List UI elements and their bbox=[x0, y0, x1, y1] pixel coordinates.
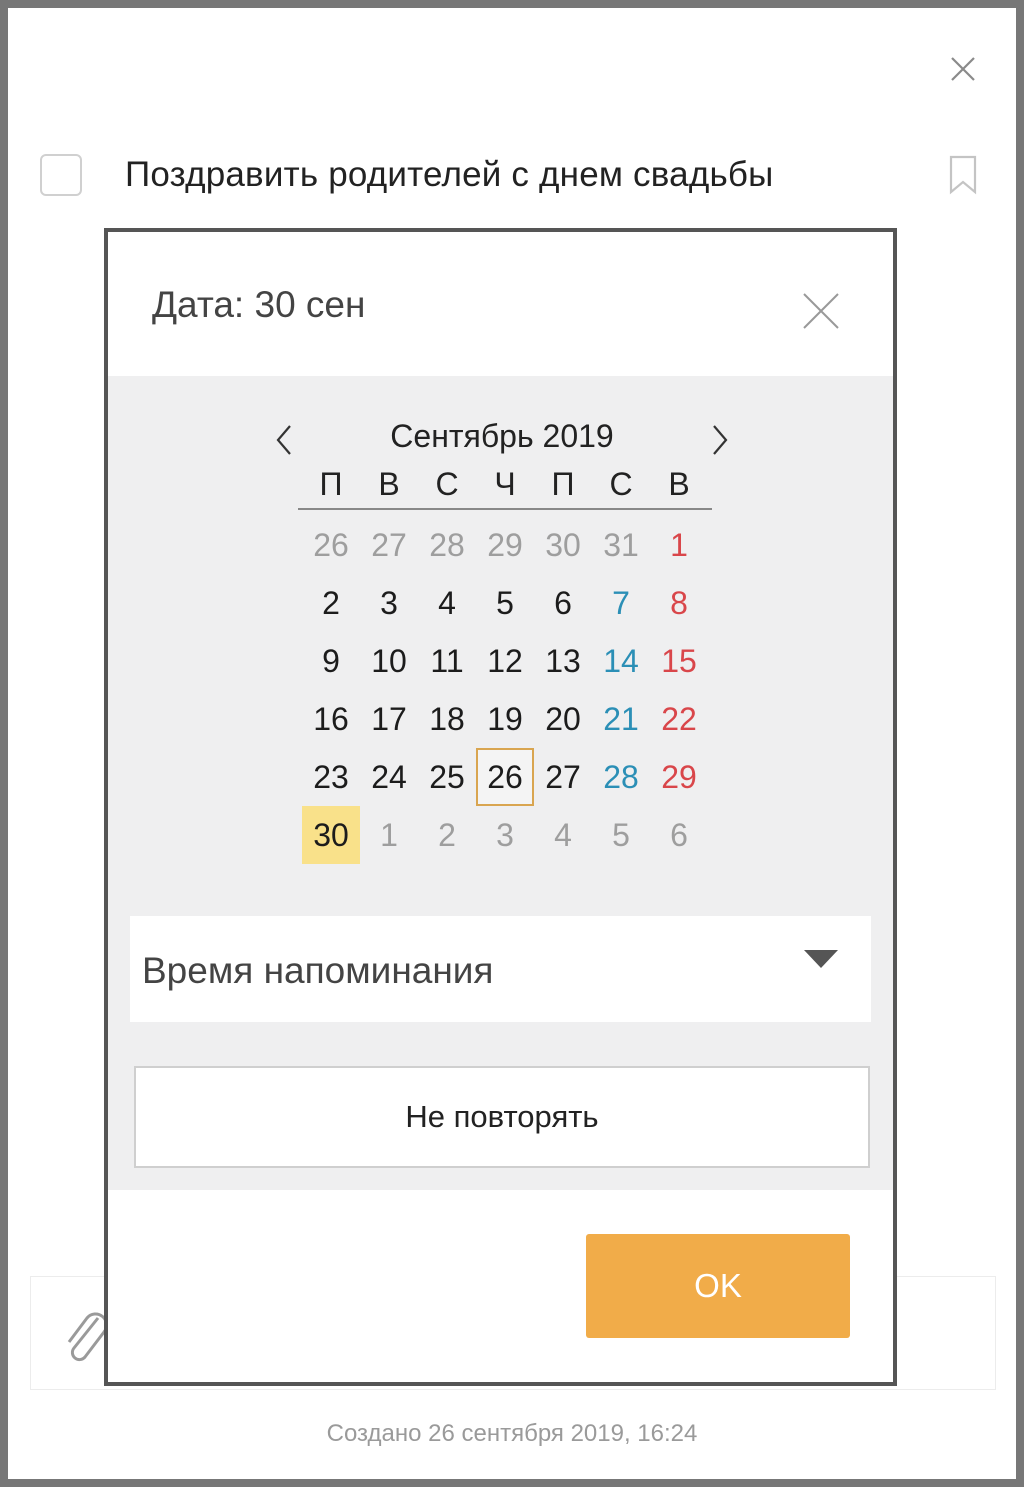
weekday-label: В bbox=[668, 466, 690, 502]
paperclip-icon[interactable] bbox=[60, 1308, 110, 1364]
close-icon bbox=[951, 57, 975, 81]
calendar-day[interactable]: 13 bbox=[534, 632, 592, 690]
calendar-day[interactable]: 1 bbox=[360, 806, 418, 864]
calendar-day[interactable]: 17 bbox=[360, 690, 418, 748]
next-month-button[interactable] bbox=[700, 420, 740, 460]
calendar-week-row: 23 24 25 26 27 28 29 bbox=[302, 748, 708, 806]
task-complete-checkbox[interactable] bbox=[40, 154, 82, 196]
created-timestamp: Создано 26 сентября 2019, 16:24 bbox=[326, 1420, 698, 1447]
weekday-label: П bbox=[551, 466, 575, 502]
calendar-day[interactable]: 23 bbox=[302, 748, 360, 806]
chevron-right-icon bbox=[713, 425, 728, 455]
calendar-day[interactable]: 8 bbox=[650, 574, 708, 632]
calendar-day[interactable]: 9 bbox=[302, 632, 360, 690]
window-close-button[interactable] bbox=[940, 46, 986, 92]
calendar-day[interactable]: 25 bbox=[418, 748, 476, 806]
dialog-title: Дата: 30 сен bbox=[152, 284, 366, 325]
calendar-day[interactable]: 19 bbox=[476, 690, 534, 748]
calendar-day-selected[interactable]: 30 bbox=[302, 806, 360, 864]
calendar-day[interactable]: 20 bbox=[534, 690, 592, 748]
calendar-day[interactable]: 28 bbox=[418, 516, 476, 574]
calendar-day[interactable]: 3 bbox=[360, 574, 418, 632]
weekday-label: С bbox=[435, 466, 459, 502]
calendar-day[interactable]: 10 bbox=[360, 632, 418, 690]
chevron-left-icon bbox=[276, 425, 291, 455]
calendar-day[interactable]: 3 bbox=[476, 806, 534, 864]
calendar-week-row: 30 1 2 3 4 5 6 bbox=[302, 806, 708, 864]
weekday-label: П bbox=[319, 466, 343, 502]
calendar-day[interactable]: 16 bbox=[302, 690, 360, 748]
calendar-day[interactable]: 26 bbox=[302, 516, 360, 574]
calendar-week-row: 2345678 bbox=[302, 574, 708, 632]
calendar-day[interactable]: 18 bbox=[418, 690, 476, 748]
caret-down-icon bbox=[804, 950, 838, 968]
dialog-close-button[interactable] bbox=[798, 288, 844, 334]
calendar-day[interactable]: 29 bbox=[650, 748, 708, 806]
calendar-day[interactable]: 29 bbox=[476, 516, 534, 574]
calendar-day[interactable]: 31 bbox=[592, 516, 650, 574]
calendar-day[interactable]: 21 bbox=[592, 690, 650, 748]
weekday-label: В bbox=[378, 466, 400, 502]
calendar-day[interactable]: 15 bbox=[650, 632, 708, 690]
calendar-day[interactable]: 6 bbox=[534, 574, 592, 632]
reminder-time-dropdown[interactable]: Время напоминания bbox=[130, 916, 871, 1022]
date-picker-dialog: Дата: 30 сен Сентябрь 2019 П В С Ч П С В bbox=[104, 228, 897, 1386]
calendar-week-row: 9 10 11 12 13 14 15 bbox=[302, 632, 708, 690]
calendar-month-label: Сентябрь 2019 bbox=[390, 418, 614, 454]
calendar-day[interactable]: 5 bbox=[476, 574, 534, 632]
calendar-day[interactable]: 5 bbox=[592, 806, 650, 864]
calendar-day[interactable]: 6 bbox=[650, 806, 708, 864]
weekday-label: Ч bbox=[494, 466, 516, 502]
calendar-day[interactable]: 22 bbox=[650, 690, 708, 748]
repeat-button[interactable]: Не повторять bbox=[134, 1066, 870, 1168]
calendar-day[interactable]: 30 bbox=[534, 516, 592, 574]
calendar-week-row: 26 27 28 29 30 31 1 bbox=[302, 516, 708, 574]
weekday-label: С bbox=[609, 466, 633, 502]
calendar-day[interactable]: 2 bbox=[302, 574, 360, 632]
prev-month-button[interactable] bbox=[264, 420, 304, 460]
task-title[interactable]: Поздравить родителей с днем свадьбы bbox=[125, 155, 773, 195]
calendar-day[interactable]: 4 bbox=[534, 806, 592, 864]
weekday-header: П В С Ч П С В bbox=[302, 466, 708, 512]
weekday-divider bbox=[298, 508, 712, 510]
calendar-day[interactable]: 12 bbox=[476, 632, 534, 690]
calendar-day-today[interactable]: 26 bbox=[476, 748, 534, 806]
calendar-day[interactable]: 11 bbox=[418, 632, 476, 690]
calendar-grid: 26 27 28 29 30 31 1 2 3 4 5 6 7 8 9 10 11 12 13 14 15 16 17 18 1… bbox=[302, 516, 708, 864]
close-icon bbox=[803, 293, 839, 329]
calendar-day[interactable]: 27 bbox=[360, 516, 418, 574]
reminder-time-label: Время напоминания bbox=[142, 950, 494, 991]
calendar-day[interactable]: 24 bbox=[360, 748, 418, 806]
calendar-day[interactable]: 4 bbox=[418, 574, 476, 632]
ok-button[interactable]: OK bbox=[586, 1234, 850, 1338]
calendar-day[interactable]: 2 bbox=[418, 806, 476, 864]
calendar-day[interactable]: 7 bbox=[592, 574, 650, 632]
calendar-day[interactable]: 27 bbox=[534, 748, 592, 806]
bookmark-icon[interactable] bbox=[946, 154, 980, 196]
calendar-day[interactable]: 14 bbox=[592, 632, 650, 690]
calendar-week-row: 16 17 18 19 20 21 22 bbox=[302, 690, 708, 748]
calendar-day[interactable]: 28 bbox=[592, 748, 650, 806]
calendar-day[interactable]: 1 bbox=[650, 516, 708, 574]
